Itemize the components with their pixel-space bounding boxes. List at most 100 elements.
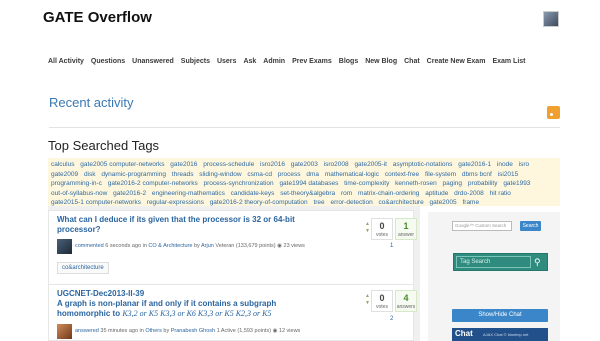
tag-link[interactable]: file-system — [425, 171, 456, 178]
chat-panel[interactable]: Chat AJAX Chat © blueimp.net — [452, 328, 548, 341]
search-icon[interactable]: ⚲ — [534, 257, 544, 267]
tag-link[interactable]: mathematical-logic — [325, 171, 379, 178]
nav-item-admin[interactable]: Admin — [263, 58, 285, 70]
tag-link[interactable]: gate1993 — [503, 180, 530, 187]
tag-link[interactable]: csma-cd — [247, 171, 272, 178]
votes-count: 0 votes — [371, 290, 393, 312]
tag-link[interactable]: time-complexity — [344, 180, 389, 187]
tag-link[interactable]: gate2016-2 computer-networks — [108, 180, 198, 187]
tag-link[interactable]: frame — [462, 199, 479, 206]
nav-item-all-activity[interactable]: All Activity — [48, 58, 84, 70]
site-logo[interactable]: GATE Overflow — [43, 9, 152, 26]
divider — [49, 127, 560, 128]
question-title-line-1: UGCNET-Dec2013-II-39 — [57, 289, 145, 298]
category-link[interactable]: CO & Architecture — [148, 243, 192, 249]
rss-icon[interactable] — [547, 106, 560, 119]
question-item: What can I deduce if its given that the … — [48, 210, 417, 286]
tag-link[interactable]: engineering-mathematics — [152, 190, 225, 197]
show-hide-chat-button[interactable]: Show/Hide Chat — [452, 309, 548, 322]
avatar[interactable] — [57, 324, 72, 339]
tag-link[interactable]: rom — [341, 190, 352, 197]
by-word: by — [193, 243, 200, 249]
avatar[interactable] — [57, 239, 72, 254]
tag-link[interactable]: process-schedule — [203, 161, 254, 168]
tag-link[interactable]: dbms bcnf — [462, 171, 492, 178]
tag-link[interactable]: paging — [443, 180, 463, 187]
search-button[interactable]: Search — [520, 221, 541, 231]
nav-item-users[interactable]: Users — [217, 58, 236, 70]
tag-link[interactable]: matrix-chain-ordering — [358, 190, 419, 197]
extra-count: 2 — [390, 316, 394, 322]
tag-search-input[interactable]: Tag Search — [456, 256, 531, 268]
category-link[interactable]: Others — [145, 328, 162, 334]
eye-icon: ◉ — [277, 243, 282, 249]
question-meta: answered 35 minutes ago in Others by Pra… — [75, 328, 300, 334]
tag-link[interactable]: dma — [306, 171, 319, 178]
tag-link[interactable]: dynamic-programming — [101, 171, 166, 178]
nav-item-chat[interactable]: Chat — [404, 58, 420, 70]
tag-link[interactable]: inode — [497, 161, 513, 168]
tag-link[interactable]: gate2016-2 — [113, 190, 146, 197]
page-title: Recent activity — [49, 95, 134, 110]
tag-link[interactable]: process-synchronization — [204, 180, 274, 187]
question-title[interactable]: What can I deduce if its given that the … — [57, 215, 337, 235]
tag-link[interactable]: out-of-syllabus-now — [51, 190, 107, 197]
tag-link[interactable]: disk — [84, 171, 96, 178]
tag-link[interactable]: isro2008 — [324, 161, 349, 168]
action-link[interactable]: answered — [75, 328, 99, 334]
user-info: 1 Active (1,593 points) — [216, 328, 272, 334]
nav-item-create-new-exam[interactable]: Create New Exam — [427, 58, 486, 70]
tag-link[interactable]: gate2009 — [51, 171, 78, 178]
tag-link[interactable]: drdo-2008 — [454, 190, 484, 197]
tag-link[interactable]: asymptotic-notations — [393, 161, 453, 168]
tag-link[interactable]: calculus — [51, 161, 74, 168]
tag-link[interactable]: gate2003 — [291, 161, 318, 168]
question-title[interactable]: UGCNET-Dec2013-II-39 A graph is non-plan… — [57, 289, 347, 319]
user-link[interactable]: Arjun — [201, 243, 214, 249]
user-avatar[interactable] — [543, 11, 559, 27]
tag-link[interactable]: kenneth-rosen — [395, 180, 437, 187]
question-title-line-2: A graph is non-planar if and only if it … — [57, 299, 277, 308]
nav-item-questions[interactable]: Questions — [91, 58, 125, 70]
tag-link[interactable]: gate1994 databases — [279, 180, 338, 187]
vote-arrows-icon[interactable]: ▲ ▼ — [365, 293, 370, 307]
nav-item-new-blog[interactable]: New Blog — [365, 58, 397, 70]
tag-link[interactable]: hit ratio — [490, 190, 511, 197]
chat-credit: AJAX Chat © blueimp.net — [483, 332, 529, 337]
tag-link[interactable]: gate2016-1 — [458, 161, 491, 168]
tag-link[interactable]: gate2005 computer-networks — [80, 161, 164, 168]
action-link[interactable]: commented — [75, 243, 104, 249]
vote-arrows-icon[interactable]: ▲ ▼ — [365, 221, 370, 235]
answers-count[interactable]: 1 answer — [395, 218, 417, 240]
nav-item-ask[interactable]: Ask — [243, 58, 256, 70]
tag-link[interactable]: gate2005 — [430, 199, 457, 206]
question-tag[interactable]: co&architecture — [57, 262, 109, 274]
tag-link[interactable]: sliding-window — [199, 171, 241, 178]
question-title-line-3: homomorphic to K3,2 or K5 K3,3 or K6 K3,… — [57, 309, 272, 318]
tag-link[interactable]: set-theory&algebra — [280, 190, 335, 197]
tag-link[interactable]: isi2015 — [498, 171, 519, 178]
search-input[interactable]: Google™ Custom Search — [452, 221, 512, 231]
nav-item-prev-exams[interactable]: Prev Exams — [292, 58, 332, 70]
answers-count[interactable]: 4 answers — [395, 290, 417, 312]
nav-item-exam-list[interactable]: Exam List — [492, 58, 525, 70]
votes-count: 0 votes — [371, 218, 393, 240]
tag-link[interactable]: candidate-keys — [231, 190, 275, 197]
tag-link[interactable]: aptitude — [425, 190, 448, 197]
nav-item-blogs[interactable]: Blogs — [339, 58, 358, 70]
eye-icon: ◉ — [272, 328, 278, 334]
tag-link[interactable]: gate2005-it — [354, 161, 387, 168]
tag-link[interactable]: isro — [519, 161, 529, 168]
tag-link[interactable]: programming-in-c — [51, 180, 102, 187]
extra-count: 1 — [390, 243, 394, 249]
tag-link[interactable]: probability — [468, 180, 498, 187]
tag-link[interactable]: threads — [172, 171, 194, 178]
action-time: 6 seconds ago — [105, 243, 142, 249]
tag-link[interactable]: gate2016 — [170, 161, 197, 168]
tag-link[interactable]: context-free — [385, 171, 419, 178]
nav-item-subjects[interactable]: Subjects — [181, 58, 210, 70]
tag-link[interactable]: isro2016 — [260, 161, 285, 168]
user-link[interactable]: Pranabesh Ghosh — [171, 328, 215, 334]
nav-item-unanswered[interactable]: Unanswered — [132, 58, 174, 70]
tag-link[interactable]: process — [278, 171, 301, 178]
